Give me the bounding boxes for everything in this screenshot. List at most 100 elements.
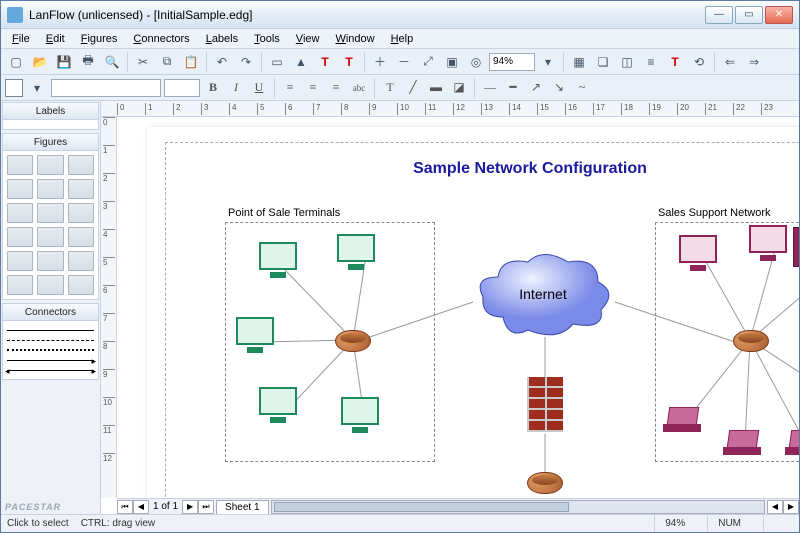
router-right[interactable] <box>733 330 769 352</box>
panel-connectors-header[interactable]: Connectors <box>2 303 99 321</box>
pos-terminal[interactable] <box>255 242 301 284</box>
zoom-in-icon[interactable]: ＋ <box>369 51 391 73</box>
panel-labels-header[interactable]: Labels <box>2 102 99 120</box>
sheet-prev-icon[interactable]: ◀ <box>133 500 149 514</box>
menu-file[interactable]: File <box>5 31 37 47</box>
select-arrow-icon[interactable]: ▲ <box>290 51 312 73</box>
figure-stencil[interactable] <box>37 251 63 271</box>
layers-icon[interactable]: ❏ <box>592 51 614 73</box>
copy-icon[interactable]: ⧉ <box>156 51 178 73</box>
laptop[interactable] <box>723 430 763 456</box>
pos-terminal[interactable] <box>255 387 301 429</box>
snap-icon[interactable]: ◫ <box>616 51 638 73</box>
align-right-icon[interactable]: ≡ <box>326 78 346 98</box>
text-tool-icon[interactable]: T <box>314 51 336 73</box>
connector-dotted[interactable] <box>7 345 94 355</box>
figure-stencil[interactable] <box>37 179 63 199</box>
paste-icon[interactable]: 📋 <box>180 51 202 73</box>
workstation[interactable] <box>675 235 721 277</box>
figure-stencil[interactable] <box>68 203 94 223</box>
panel-figures-header[interactable]: Figures <box>2 133 99 151</box>
new-icon[interactable]: ▢ <box>5 51 27 73</box>
pos-terminal[interactable] <box>232 317 278 359</box>
tower[interactable] <box>793 227 799 267</box>
arrow-end-icon[interactable]: ↘ <box>549 78 569 98</box>
title-bar[interactable]: LanFlow (unlicensed) - [InitialSample.ed… <box>1 1 799 29</box>
figure-stencil[interactable] <box>68 155 94 175</box>
menu-edit[interactable]: Edit <box>39 31 72 47</box>
maximize-button[interactable]: ▭ <box>735 6 763 24</box>
router-bottom[interactable] <box>527 472 563 494</box>
scroll-right-icon[interactable]: ▶ <box>783 500 799 514</box>
figure-stencil[interactable] <box>37 155 63 175</box>
line-weight-icon[interactable]: ━ <box>503 78 523 98</box>
preview-icon[interactable]: 🔍 <box>101 51 123 73</box>
save-icon[interactable]: 💾 <box>53 51 75 73</box>
zoom-page-icon[interactable]: ▣ <box>441 51 463 73</box>
panel-connectors-body[interactable]: ▸ ◂▸ <box>2 321 99 380</box>
open-icon[interactable]: 📂 <box>29 51 51 73</box>
figure-stencil[interactable] <box>7 203 33 223</box>
ruler-vertical[interactable]: 0123456789101112 <box>101 117 117 498</box>
cut-icon[interactable]: ✂ <box>132 51 154 73</box>
arrow-start-icon[interactable]: ↗ <box>526 78 546 98</box>
font-family-input[interactable] <box>51 79 161 97</box>
zoom-input[interactable]: 94% <box>489 53 535 71</box>
nav-left-icon[interactable]: ⇐ <box>719 51 741 73</box>
figure-stencil[interactable] <box>68 275 94 295</box>
workstation[interactable] <box>745 225 791 267</box>
router-left[interactable] <box>335 330 371 352</box>
panel-labels-body[interactable] <box>2 120 99 130</box>
line-style-icon[interactable]: — <box>480 78 500 98</box>
zoom-dropdown-icon[interactable]: ▾ <box>537 51 559 73</box>
pointer-icon[interactable]: ▭ <box>266 51 288 73</box>
underline-button[interactable]: U <box>249 78 269 98</box>
sheet-first-icon[interactable]: ⏮ <box>117 500 133 514</box>
nav-right-icon[interactable]: ⇒ <box>743 51 765 73</box>
panel-figures-body[interactable] <box>2 151 99 300</box>
font-size-input[interactable] <box>164 79 200 97</box>
text-style-icon[interactable]: T <box>664 51 686 73</box>
abc-icon[interactable]: abc <box>349 78 369 98</box>
fill-color-well[interactable] <box>5 79 23 97</box>
fillcolor-icon[interactable]: ▬ <box>426 78 446 98</box>
laptop[interactable] <box>785 430 799 456</box>
menu-figures[interactable]: Figures <box>74 31 125 47</box>
bold-button[interactable]: B <box>203 78 223 98</box>
connector-double-arrow[interactable]: ◂▸ <box>7 365 94 375</box>
print-icon[interactable]: 🖶 <box>77 51 99 73</box>
canvas[interactable]: Sample Network Configuration <box>117 117 799 498</box>
scroll-left-icon[interactable]: ◀ <box>767 500 783 514</box>
figure-stencil[interactable] <box>7 155 33 175</box>
figure-stencil[interactable] <box>68 227 94 247</box>
redo-icon[interactable]: ↷ <box>235 51 257 73</box>
shadow-icon[interactable]: ◪ <box>449 78 469 98</box>
figure-stencil[interactable] <box>7 179 33 199</box>
figure-stencil[interactable] <box>37 227 63 247</box>
figure-stencil[interactable] <box>37 275 63 295</box>
sheet-tab[interactable]: Sheet 1 <box>216 500 268 514</box>
zoom-out-icon[interactable]: － <box>393 51 415 73</box>
menu-window[interactable]: Window <box>328 31 381 47</box>
align-icon[interactable]: ≡ <box>640 51 662 73</box>
figure-stencil[interactable] <box>68 251 94 271</box>
zoom-actual-icon[interactable]: ◎ <box>465 51 487 73</box>
italic-button[interactable]: I <box>226 78 246 98</box>
menu-help[interactable]: Help <box>384 31 421 47</box>
minimize-button[interactable]: — <box>705 6 733 24</box>
connector-dashed[interactable] <box>7 335 94 345</box>
link-icon[interactable]: ⟲ <box>688 51 710 73</box>
connector-icon[interactable]: ~ <box>572 78 592 98</box>
sheet-next-icon[interactable]: ▶ <box>182 500 198 514</box>
pos-terminal[interactable] <box>333 234 379 276</box>
sheet-last-icon[interactable]: ⏭ <box>198 500 214 514</box>
linecolor-icon[interactable]: ╱ <box>403 78 423 98</box>
grid-icon[interactable]: ▦ <box>568 51 590 73</box>
laptop[interactable] <box>663 407 703 433</box>
connector-solid[interactable] <box>7 325 94 335</box>
zoom-fit-icon[interactable]: ⤢ <box>417 51 439 73</box>
figure-stencil[interactable] <box>7 227 33 247</box>
firewall[interactable] <box>527 377 563 432</box>
figure-stencil[interactable] <box>37 203 63 223</box>
figure-stencil[interactable] <box>7 251 33 271</box>
